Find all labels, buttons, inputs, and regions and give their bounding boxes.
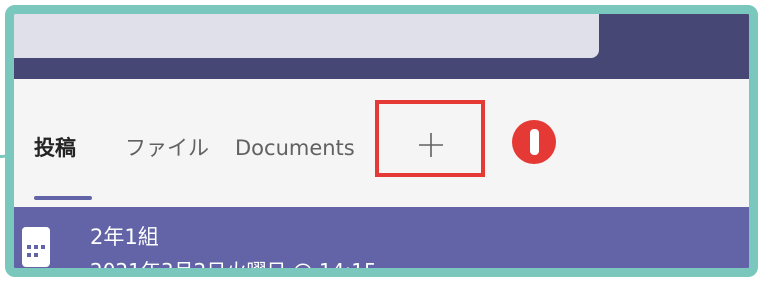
active-tab-indicator — [34, 196, 92, 200]
search-box[interactable] — [14, 14, 599, 58]
step-number-badge — [512, 120, 556, 164]
tab-posts[interactable]: 投稿 — [34, 135, 76, 161]
calendar-icon — [22, 227, 50, 267]
meeting-datetime: 2021年3月2日火曜日 @ 14:15 — [90, 259, 377, 277]
tab-files[interactable]: ファイル — [125, 135, 209, 161]
highlight-box — [375, 100, 485, 177]
app-header-bar — [14, 14, 749, 79]
channel-tab-bar: 投稿 ファイル Documents — [14, 79, 749, 207]
tab-documents[interactable]: Documents — [235, 135, 387, 161]
channel-header: 2年1組 2021年3月2日火曜日 @ 14:15 — [14, 207, 749, 277]
screenshot-frame: 投稿 ファイル Documents 2年1組 2021年3月2日火曜日 @ 14… — [5, 5, 758, 277]
channel-name: 2年1組 — [90, 225, 159, 249]
step-number-glyph — [529, 129, 539, 155]
